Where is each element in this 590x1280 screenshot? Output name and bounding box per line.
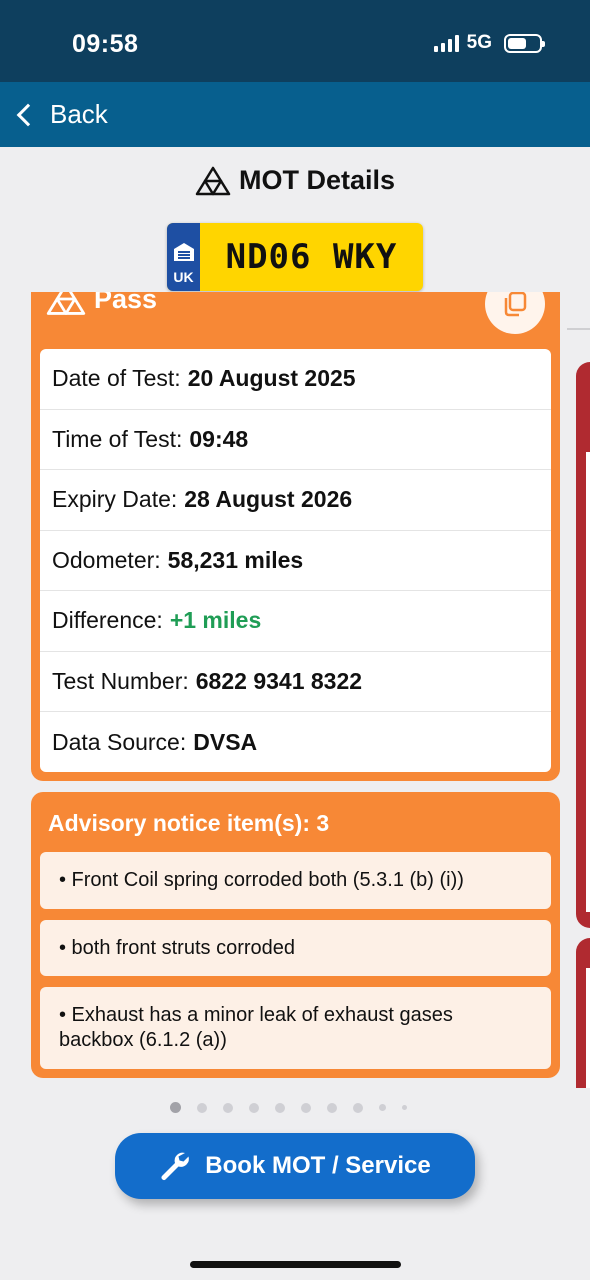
advisory-item: • Front Coil spring corroded both (5.3.1… <box>40 852 551 909</box>
back-label: Back <box>50 99 108 129</box>
advisory-title: Advisory notice item(s): 3 <box>48 810 330 836</box>
detail-value: 20 August 2025 <box>187 365 356 392</box>
page-dot[interactable] <box>197 1102 207 1113</box>
next-card-divider <box>567 328 590 330</box>
page-dot[interactable] <box>275 1102 285 1113</box>
chevron-left-icon <box>16 103 40 126</box>
detail-row: Time of Test: 09:48 <box>40 410 551 470</box>
mot-result-card: Pass Date of Test: 20 August 2025 Time of … <box>31 292 560 781</box>
detail-row: Data Source: DVSA <box>40 712 551 772</box>
mot-triangle-icon <box>46 292 86 315</box>
registration-plate: UK ND06 WKY <box>167 223 423 291</box>
detail-row: Expiry Date: 28 August 2026 <box>40 470 551 531</box>
details-list: Date of Test: 20 August 2025 Time of Test:… <box>40 349 551 772</box>
copy-icon <box>504 292 527 317</box>
back-button[interactable]: Back <box>14 99 108 130</box>
status-bar: 09:58 5G <box>0 0 590 82</box>
status-indicators: 5G <box>433 32 545 54</box>
book-mot-service-button[interactable]: Book MOT / Service <box>115 1133 475 1199</box>
detail-value: DVSA <box>193 728 258 755</box>
page-dot[interactable] <box>223 1102 233 1113</box>
next-card-peek[interactable] <box>576 362 590 928</box>
page-title-text: MOT Details <box>238 165 396 195</box>
wrench-icon <box>161 1152 190 1180</box>
mot-triangle-icon <box>195 166 231 195</box>
battery-icon <box>504 33 545 53</box>
detail-row: Odometer: 58,231 miles <box>40 531 551 591</box>
status-time: 09:58 <box>72 30 139 58</box>
detail-value: +1 miles <box>169 607 262 634</box>
page-dot[interactable] <box>327 1102 337 1113</box>
detail-value: 6822 9341 8322 <box>195 667 363 694</box>
network-type: 5G <box>466 32 492 53</box>
detail-row: Difference: +1 miles <box>40 591 551 652</box>
advisory-card: Advisory notice item(s): 3 • Front Coil … <box>31 792 560 1078</box>
detail-label: Data Source: <box>52 728 187 755</box>
page-indicator[interactable] <box>170 1102 407 1113</box>
advisory-item: • Exhaust has a minor leak of exhaust ga… <box>40 987 551 1069</box>
detail-value: 28 August 2026 <box>184 486 353 513</box>
page-dot[interactable] <box>170 1102 181 1113</box>
book-button-label: Book MOT / Service <box>205 1152 431 1179</box>
page-dot[interactable] <box>353 1102 363 1113</box>
page-title: MOT Details <box>0 165 590 196</box>
page-dot[interactable] <box>249 1102 259 1113</box>
plate-country: UK <box>173 269 194 285</box>
detail-value: 58,231 miles <box>167 546 304 573</box>
advisory-item: • both front struts corroded <box>40 920 551 976</box>
plate-country-band: UK <box>167 223 200 291</box>
detail-label: Odometer: <box>52 546 161 573</box>
detail-value: 09:48 <box>189 425 249 452</box>
copy-button[interactable] <box>485 292 545 334</box>
next-card-peek-lower[interactable] <box>576 938 590 1088</box>
page-dot[interactable] <box>301 1102 311 1113</box>
garage-icon <box>173 243 194 261</box>
plate-registration: ND06 WKY <box>225 237 398 277</box>
detail-row: Date of Test: 20 August 2025 <box>40 349 551 410</box>
result-status: Pass <box>94 292 158 314</box>
detail-row: Test Number: 6822 9341 8322 <box>40 652 551 712</box>
page-dot[interactable] <box>379 1104 386 1111</box>
detail-label: Test Number: <box>52 667 189 694</box>
detail-label: Difference: <box>52 607 163 634</box>
detail-label: Expiry Date: <box>52 486 178 513</box>
detail-label: Time of Test: <box>52 425 183 452</box>
home-indicator[interactable] <box>190 1261 401 1268</box>
detail-label: Date of Test: <box>52 365 181 392</box>
result-header: Pass <box>46 292 157 316</box>
page-dot[interactable] <box>402 1105 407 1110</box>
signal-icon <box>433 34 459 52</box>
navigation-bar: Back <box>0 82 590 147</box>
